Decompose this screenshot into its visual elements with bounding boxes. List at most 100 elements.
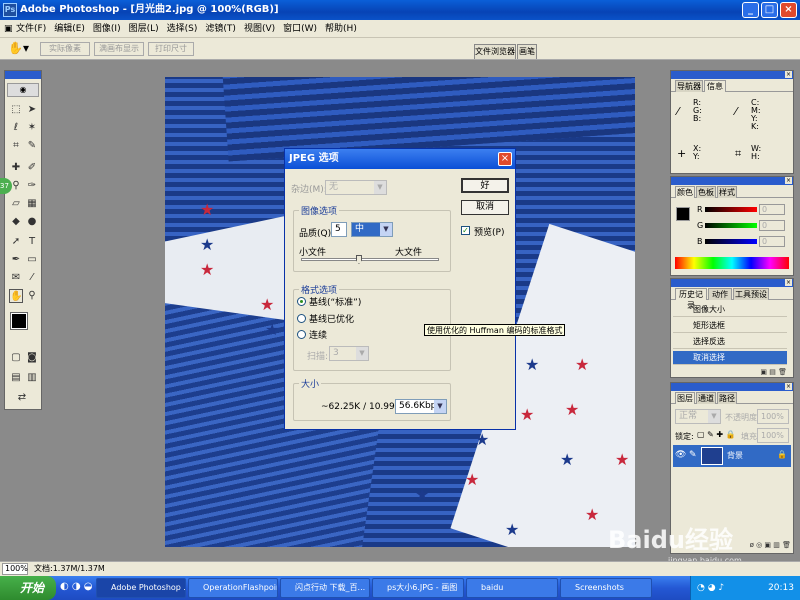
preview-checkbox[interactable]: ✓ bbox=[461, 226, 470, 235]
tab-file-browser[interactable]: 文件浏览器 bbox=[474, 44, 516, 59]
tab-channels[interactable]: 通道 bbox=[696, 392, 716, 404]
history-item-selected[interactable]: 取消选择 bbox=[673, 351, 787, 365]
eraser-tool-icon[interactable]: ▱ bbox=[9, 197, 23, 211]
zoom-tool-icon[interactable]: ⚲ bbox=[25, 289, 39, 303]
lock-icons[interactable]: ▢ ✎ ✚ 🔒 bbox=[697, 430, 736, 439]
shape-tool-icon[interactable]: ▭ bbox=[25, 253, 39, 267]
blur-tool-icon[interactable]: ◆ bbox=[9, 215, 23, 229]
menu-edit[interactable]: 编辑(E) bbox=[50, 20, 89, 38]
hand-tool-icon[interactable]: ✋ bbox=[9, 289, 23, 303]
foreground-color-swatch[interactable] bbox=[10, 312, 28, 330]
lasso-tool-icon[interactable]: ℓ bbox=[9, 121, 23, 135]
task-baidu[interactable]: baidu bbox=[466, 578, 558, 598]
history-item[interactable]: 选择反选 bbox=[673, 335, 787, 349]
history-brush-icon[interactable]: ✑ bbox=[25, 179, 39, 193]
healing-brush-icon[interactable]: ✚ bbox=[9, 161, 23, 175]
menu-select[interactable]: 选择(S) bbox=[163, 20, 202, 38]
close-icon[interactable]: × bbox=[785, 279, 792, 286]
adobe-online-icon[interactable]: ◉ bbox=[7, 83, 39, 97]
scans-select[interactable]: 3 ▼ bbox=[329, 346, 369, 361]
actual-pixels-button[interactable]: 实际像素 bbox=[40, 42, 90, 56]
tab-brushes[interactable]: 画笔 bbox=[517, 44, 537, 59]
marquee-tool-icon[interactable]: ⬚ bbox=[9, 103, 23, 117]
fullscreen-mode-icon[interactable]: ▥ bbox=[25, 371, 39, 385]
color-ramp[interactable] bbox=[675, 257, 789, 269]
matte-select[interactable]: 无 ▼ bbox=[325, 180, 387, 195]
close-icon[interactable]: × bbox=[785, 383, 792, 390]
opacity-field[interactable]: 100% bbox=[757, 409, 789, 424]
gradient-tool-icon[interactable]: ▦ bbox=[25, 197, 39, 211]
minimize-button[interactable]: _ bbox=[742, 2, 759, 18]
quicklaunch-icons[interactable]: ◐ ◑ ◒ bbox=[60, 581, 93, 592]
tab-swatches[interactable]: 色板 bbox=[696, 186, 716, 198]
quality-input[interactable]: 5 bbox=[331, 222, 347, 237]
dialog-close-button[interactable]: × bbox=[498, 152, 512, 166]
tab-styles[interactable]: 样式 bbox=[717, 186, 737, 198]
menu-view[interactable]: 视图(V) bbox=[240, 20, 279, 38]
tab-color[interactable]: 颜色 bbox=[675, 186, 695, 198]
eyedropper-icon[interactable]: ⁄ bbox=[25, 271, 39, 285]
notes-tool-icon[interactable]: ✉ bbox=[9, 271, 23, 285]
brush-tool-icon[interactable]: ✐ bbox=[25, 161, 39, 175]
dodge-tool-icon[interactable]: ● bbox=[25, 215, 39, 229]
red-value-field[interactable]: 0 bbox=[759, 204, 785, 215]
modem-speed-select[interactable]: 56.6Kbps ▼ bbox=[395, 399, 447, 414]
tray-icons[interactable]: ◔ ◕ ♪ bbox=[697, 576, 724, 600]
menu-image[interactable]: 图像(I) bbox=[89, 20, 125, 38]
start-button[interactable]: 开始 bbox=[0, 576, 56, 600]
tab-tool-presets[interactable]: 工具预设 bbox=[733, 288, 769, 300]
progressive-radio[interactable] bbox=[297, 330, 306, 339]
green-slider[interactable] bbox=[705, 223, 757, 228]
tab-paths[interactable]: 路径 bbox=[717, 392, 737, 404]
task-paint[interactable]: ps大小6.JPG - 画图 bbox=[372, 578, 464, 598]
eye-icon[interactable]: 👁 bbox=[675, 450, 686, 460]
baseline-radio[interactable] bbox=[297, 297, 306, 306]
tab-history[interactable]: 历史记录 bbox=[675, 288, 707, 310]
quality-level-select[interactable]: 中 ▼ bbox=[351, 222, 393, 237]
standard-mode-icon[interactable]: ▢ bbox=[9, 351, 23, 365]
menu-window[interactable]: 窗口(W) bbox=[279, 20, 321, 38]
layer-row[interactable]: 👁 ✎ 背景 🔒 bbox=[673, 445, 791, 467]
menu-layer[interactable]: 图层(L) bbox=[125, 20, 163, 38]
task-screenshots[interactable]: Screenshots bbox=[560, 578, 652, 598]
imageready-icon[interactable]: ⇄ bbox=[15, 391, 29, 405]
close-button[interactable]: × bbox=[780, 2, 797, 18]
print-size-button[interactable]: 打印尺寸 bbox=[148, 42, 194, 56]
close-icon[interactable]: × bbox=[785, 177, 792, 184]
optimized-radio[interactable] bbox=[297, 314, 306, 323]
zoom-field[interactable]: 100% bbox=[2, 563, 28, 575]
path-select-icon[interactable]: ➚ bbox=[9, 235, 23, 249]
tab-info[interactable]: 信息 bbox=[704, 80, 726, 92]
blend-mode-select[interactable]: 正常 ▼ bbox=[675, 409, 721, 424]
tab-actions[interactable]: 动作 bbox=[708, 288, 732, 300]
quality-slider-track[interactable] bbox=[301, 258, 439, 261]
pen-tool-icon[interactable]: ✒ bbox=[9, 253, 23, 267]
move-tool-icon[interactable]: ➤ bbox=[25, 103, 39, 117]
red-slider[interactable] bbox=[705, 207, 757, 212]
type-tool-icon[interactable]: T bbox=[25, 235, 39, 249]
fill-field[interactable]: 100% bbox=[757, 428, 789, 443]
ok-button[interactable]: 好 bbox=[461, 178, 509, 193]
hand-tool-icon[interactable]: ✋▾ bbox=[8, 41, 29, 55]
history-item[interactable]: 矩形选框 bbox=[673, 319, 787, 333]
screen-mode-icon[interactable]: ▤ bbox=[9, 371, 23, 385]
blue-value-field[interactable]: 0 bbox=[759, 236, 785, 247]
doc-size[interactable]: 文档:1.37M/1.37M bbox=[34, 562, 105, 576]
foreground-color-swatch[interactable] bbox=[676, 207, 690, 221]
task-photoshop[interactable]: Adobe Photoshop ... bbox=[96, 578, 186, 598]
maximize-button[interactable]: □ bbox=[761, 2, 778, 18]
menu-help[interactable]: 帮助(H) bbox=[321, 20, 361, 38]
task-browser[interactable]: 闪点行动 下载_百... bbox=[280, 578, 370, 598]
menu-filter[interactable]: 滤镜(T) bbox=[201, 20, 240, 38]
green-value-field[interactable]: 0 bbox=[759, 220, 785, 231]
history-buttons[interactable]: ▣ ▤ 🗑 bbox=[673, 368, 787, 376]
fit-screen-button[interactable]: 满画布显示 bbox=[94, 42, 144, 56]
menu-file[interactable]: 文件(F) bbox=[12, 20, 50, 38]
tab-navigator[interactable]: 导航器 bbox=[675, 80, 703, 92]
tab-layers[interactable]: 图层 bbox=[675, 392, 695, 404]
slice-tool-icon[interactable]: ✎ bbox=[25, 139, 39, 153]
quickmask-mode-icon[interactable]: ◙ bbox=[25, 351, 39, 365]
task-flashpoint[interactable]: OperationFlashpoint bbox=[188, 578, 278, 598]
crop-tool-icon[interactable]: ⌗ bbox=[9, 139, 23, 153]
magic-wand-icon[interactable]: ✶ bbox=[25, 121, 39, 135]
